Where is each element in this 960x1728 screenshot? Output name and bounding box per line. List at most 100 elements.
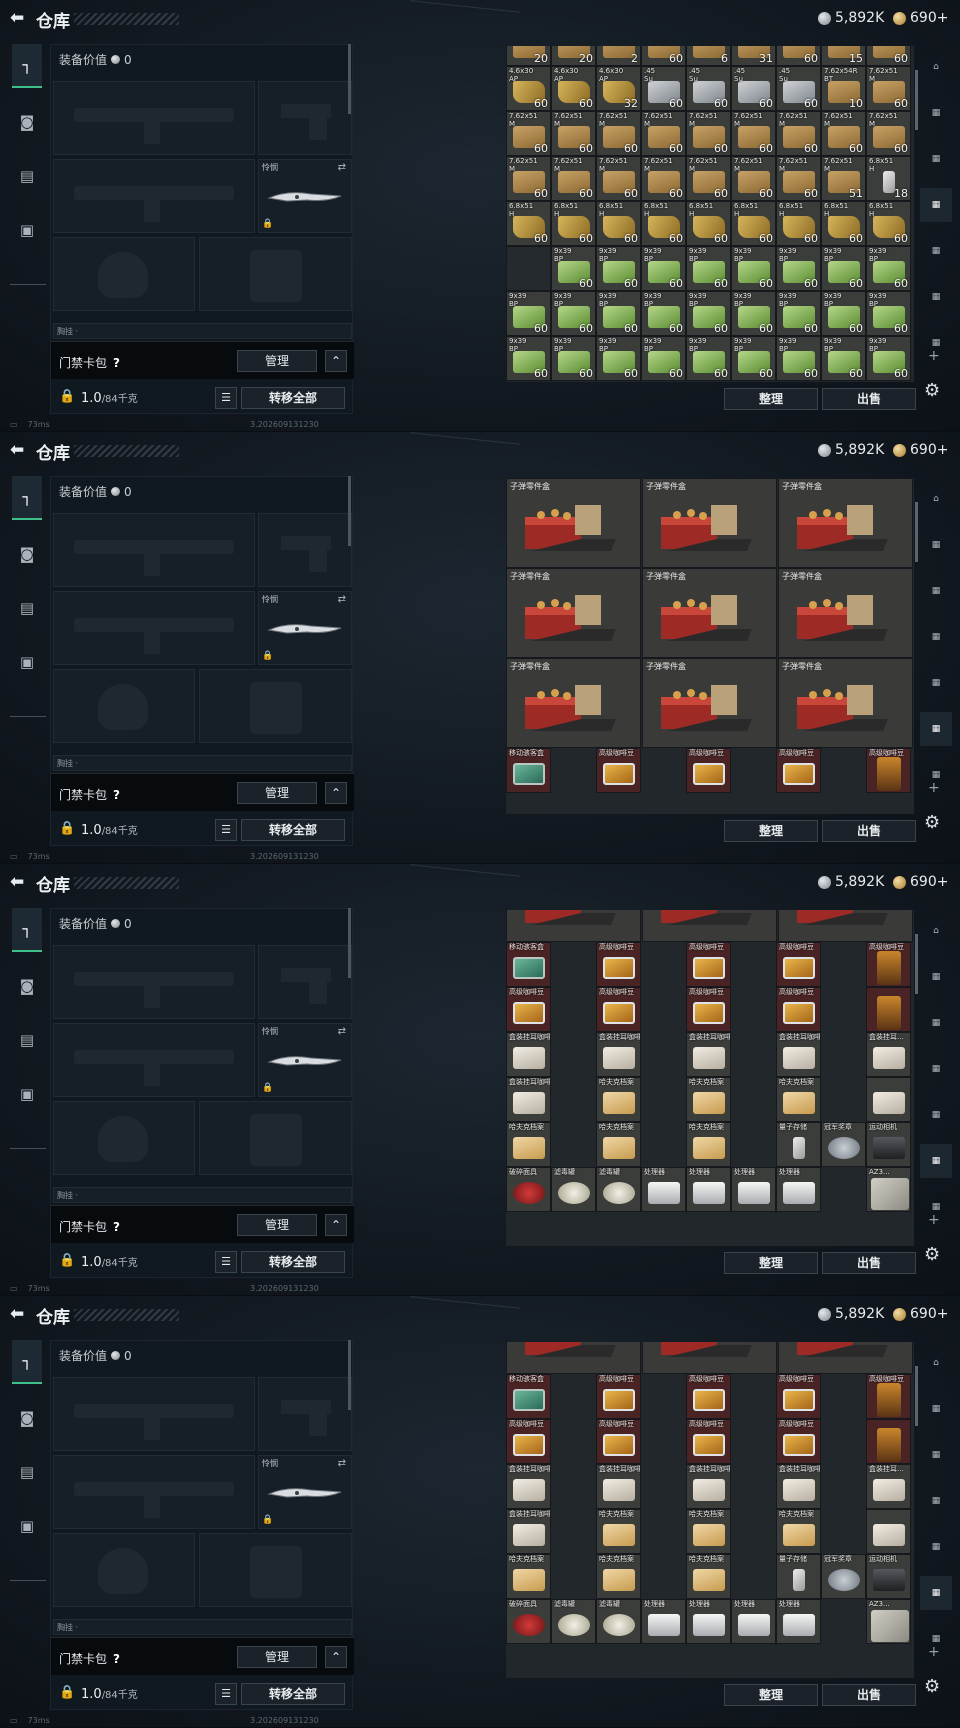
container-2-icon[interactable]: ▦ xyxy=(920,1006,952,1040)
item-cell[interactable]: 9x39 BP 60 xyxy=(866,336,911,381)
item-cell[interactable]: 盒装挂耳咖啡 xyxy=(686,1464,731,1509)
item-cell[interactable]: 9x39 BP 60 xyxy=(686,336,731,381)
ammo-parts-box[interactable]: 子弹零件盒 xyxy=(642,658,777,748)
item-cell[interactable]: 9x39 BP 60 xyxy=(776,291,821,336)
item-cell[interactable]: 高级咖啡豆 xyxy=(866,942,911,987)
item-cell[interactable]: 高级咖啡豆 xyxy=(596,748,641,793)
item-cell[interactable] xyxy=(506,246,551,291)
briefcase-icon[interactable]: ▣ xyxy=(12,1504,42,1548)
item-cell[interactable]: 哈夫克档案 xyxy=(596,1122,641,1167)
chevron-up-icon[interactable]: ⌃ xyxy=(325,782,347,804)
chest-rig-slot[interactable]: 胸挂 · xyxy=(53,323,352,339)
item-cell[interactable]: 9x39 BP 60 xyxy=(731,246,776,291)
item-cell[interactable]: 盒装挂耳咖啡 xyxy=(686,1032,731,1077)
item-cell[interactable] xyxy=(866,1077,911,1122)
clipboard-icon[interactable]: ▤ xyxy=(12,154,42,198)
item-cell[interactable]: 高级咖啡豆 xyxy=(776,748,821,793)
item-cell[interactable]: 20 xyxy=(506,46,551,66)
vault-icon[interactable]: ⌂ xyxy=(920,482,952,516)
item-cell[interactable]: 破碎面具 xyxy=(506,1599,551,1644)
primary-weapon-slot[interactable] xyxy=(53,945,255,1019)
item-cell[interactable]: 9x39 BP 60 xyxy=(686,246,731,291)
helmet-icon[interactable]: ◙ xyxy=(12,532,42,576)
melee-slot[interactable]: 怜悯 ⇄ 🔒 xyxy=(258,1023,352,1097)
item-cell[interactable]: 7.62x51 M 60 xyxy=(641,111,686,156)
equipment-scrollbar[interactable] xyxy=(348,44,351,114)
item-cell[interactable]: 7.62x51 M 51 xyxy=(821,156,866,201)
item-cell[interactable]: 盒装挂耳咖啡 xyxy=(596,1032,641,1077)
item-cell[interactable]: 7.62x51 M 60 xyxy=(551,156,596,201)
swap-icon[interactable]: ⇄ xyxy=(338,1458,346,1469)
manage-button[interactable]: 管理 xyxy=(237,782,317,804)
back-arrow-icon[interactable]: ⬅ xyxy=(10,873,28,891)
briefcase-icon[interactable]: ▣ xyxy=(12,1072,42,1116)
secondary-weapon-slot[interactable] xyxy=(53,1455,255,1529)
item-cell[interactable]: 9x39 BP 60 xyxy=(821,246,866,291)
item-cell[interactable]: 7.62x51 M 60 xyxy=(821,111,866,156)
help-icon[interactable]: ? xyxy=(113,356,120,370)
item-cell[interactable]: 9x39 BP 60 xyxy=(776,336,821,381)
item-cell[interactable]: 6.8x51 H 60 xyxy=(686,201,731,246)
armor-slot[interactable] xyxy=(199,237,352,311)
melee-slot[interactable]: 怜悯 ⇄ 🔒 xyxy=(258,591,352,665)
item-cell[interactable]: 运动相机 xyxy=(866,1122,911,1167)
swap-icon[interactable]: ⇄ xyxy=(338,162,346,173)
gold-currency[interactable]: 690+ xyxy=(893,874,948,890)
item-cell[interactable]: 处理器 xyxy=(686,1599,731,1644)
add-icon[interactable]: + xyxy=(928,348,940,364)
item-cell[interactable]: 6.8x51 H 60 xyxy=(596,201,641,246)
item-cell[interactable]: 哈夫克档案 xyxy=(686,1509,731,1554)
item-cell[interactable]: 9x39 BP 60 xyxy=(686,291,731,336)
item-cell[interactable]: 9x39 BP 60 xyxy=(731,336,776,381)
item-cell[interactable]: 9x39 BP 60 xyxy=(596,291,641,336)
container-3-icon[interactable]: ▦ xyxy=(920,1052,952,1086)
container-3-icon[interactable]: ▦ xyxy=(920,1484,952,1518)
chest-rig-slot[interactable]: 胸挂 · xyxy=(53,755,352,771)
item-cell[interactable]: 7.62x51 M 60 xyxy=(776,156,821,201)
helmet-slot[interactable] xyxy=(53,1533,195,1607)
secondary-weapon-slot[interactable] xyxy=(53,591,255,665)
item-cell[interactable]: 7.62x51 M 60 xyxy=(551,111,596,156)
container-5-icon[interactable]: ▦ xyxy=(920,1144,952,1178)
ammo-parts-box[interactable]: 子弹零件盒 xyxy=(506,568,641,658)
vault-icon[interactable]: ⌂ xyxy=(920,1346,952,1380)
item-cell[interactable]: 9x39 BP 60 xyxy=(506,291,551,336)
ammo-parts-box[interactable]: 子弹零件盒 xyxy=(778,568,913,658)
item-cell[interactable]: .45 Su 60 xyxy=(776,66,821,111)
ammo-parts-box[interactable]: 子弹零件盒 xyxy=(506,658,641,748)
item-cell[interactable]: 处理器 xyxy=(731,1167,776,1212)
item-cell[interactable]: 9x39 BP 60 xyxy=(866,246,911,291)
container-5-icon[interactable]: ▦ xyxy=(920,280,952,314)
manage-button[interactable]: 管理 xyxy=(237,1214,317,1236)
back-arrow-icon[interactable]: ⬅ xyxy=(10,441,28,459)
back-arrow-icon[interactable]: ⬅ xyxy=(10,1305,28,1323)
pistol-slot[interactable] xyxy=(258,81,352,155)
ammo-parts-box[interactable]: 子弹零件盒 xyxy=(642,568,777,658)
item-cell[interactable]: 7.62x51 M 60 xyxy=(506,156,551,201)
helmet-icon[interactable]: ◙ xyxy=(12,964,42,1008)
container-3-icon[interactable]: ▦ xyxy=(920,620,952,654)
item-cell[interactable]: 处理器 xyxy=(686,1167,731,1212)
container-1-icon[interactable]: ▦ xyxy=(920,960,952,994)
container-3-icon[interactable]: ▦ xyxy=(920,188,952,222)
item-cell[interactable]: 盒装挂耳... xyxy=(866,1032,911,1077)
item-cell[interactable]: 破碎面具 xyxy=(506,1167,551,1212)
item-cell[interactable]: 9x39 BP 60 xyxy=(551,291,596,336)
item-cell[interactable]: 9x39 BP 60 xyxy=(821,336,866,381)
item-cell[interactable]: 60 xyxy=(641,46,686,66)
ammo-parts-box[interactable] xyxy=(506,910,641,942)
item-cell[interactable]: 盒装挂耳咖啡 xyxy=(776,1464,821,1509)
container-2-icon[interactable]: ▦ xyxy=(920,142,952,176)
item-cell[interactable]: .45 Su 60 xyxy=(641,66,686,111)
chevron-up-icon[interactable]: ⌃ xyxy=(325,350,347,372)
pistol-icon[interactable]: ┐ xyxy=(12,44,42,88)
item-cell[interactable]: 7.62x51 M 60 xyxy=(506,111,551,156)
item-cell[interactable]: 15 xyxy=(821,46,866,66)
item-cell[interactable]: 60 xyxy=(866,46,911,66)
container-2-icon[interactable]: ▦ xyxy=(920,574,952,608)
item-cell[interactable]: 9x39 BP 60 xyxy=(821,291,866,336)
container-4-icon[interactable]: ▦ xyxy=(920,1530,952,1564)
item-cell[interactable]: 9x39 BP 60 xyxy=(866,291,911,336)
pistol-slot[interactable] xyxy=(258,513,352,587)
item-cell[interactable]: 9x39 BP 60 xyxy=(506,336,551,381)
